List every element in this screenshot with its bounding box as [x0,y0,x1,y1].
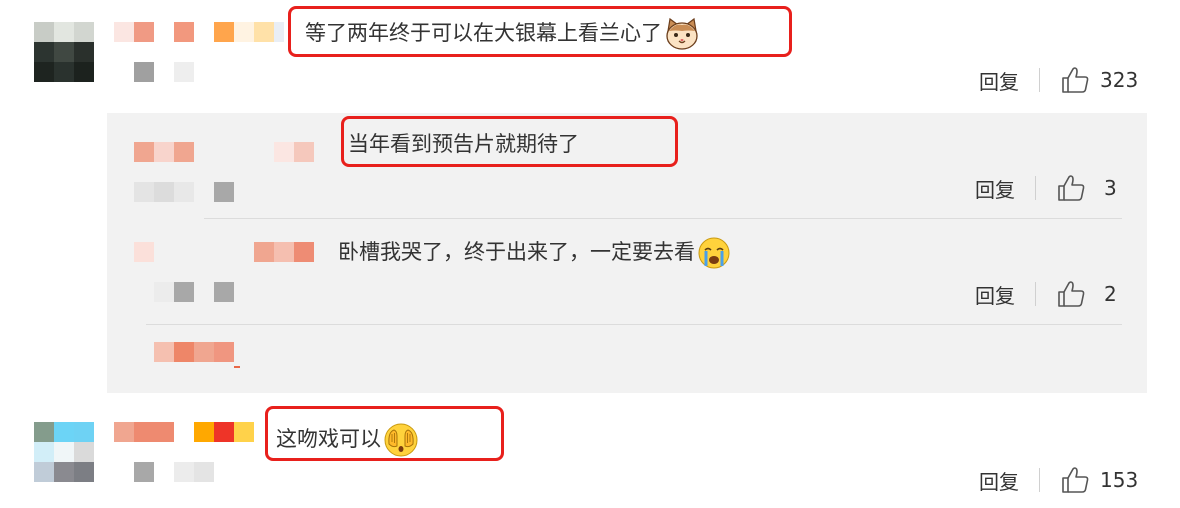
reply-button[interactable]: 回复 [979,66,1019,95]
avatar[interactable] [34,422,94,482]
username-redacted[interactable] [134,242,314,262]
reply-button[interactable]: 回复 [975,174,1015,203]
more-replies-redacted[interactable] [154,342,240,370]
username-redacted[interactable] [134,142,314,162]
like-count: 3 [1104,176,1117,200]
reply-actions: 回复 3 [975,174,1117,202]
reply-button[interactable]: 回复 [975,280,1015,309]
covering-face-emoji [384,423,418,457]
reply-actions: 回复 2 [975,280,1117,308]
reply-text: 当年看到预告片就期待了 [348,132,579,156]
comment-meta-redacted [134,182,234,202]
comment-meta-redacted [134,462,214,482]
like-count: 153 [1100,468,1139,492]
cat-face-emoji [666,17,698,50]
divider [1039,68,1040,92]
avatar[interactable] [34,22,94,82]
comment-text: 这吻戏可以 [276,422,419,458]
comment-actions: 回复 153 [979,466,1138,494]
reply-button[interactable]: 回复 [979,466,1019,495]
username-redacted[interactable] [114,422,254,442]
like-count: 2 [1104,282,1117,306]
comment-meta-redacted [134,62,194,82]
thumbs-up-icon[interactable] [1060,466,1090,494]
divider [1039,468,1040,492]
like-count: 323 [1100,68,1139,92]
thumbs-up-icon[interactable] [1056,174,1086,202]
reply-divider [146,324,1122,325]
divider [1035,282,1036,306]
crying-face-emoji [698,237,730,269]
reply-text: 卧槽我哭了，终于出来了，一定要去看 [338,236,731,270]
thumbs-up-icon[interactable] [1060,66,1090,94]
username-redacted[interactable] [114,22,284,42]
thumbs-up-icon[interactable] [1056,280,1086,308]
comment-meta-redacted [154,282,234,302]
divider [1035,176,1036,200]
comment-text: 等了两年终于可以在大银幕上看兰心了 [305,17,700,51]
reply-divider [204,218,1122,219]
comment-actions: 回复 323 [979,66,1138,94]
